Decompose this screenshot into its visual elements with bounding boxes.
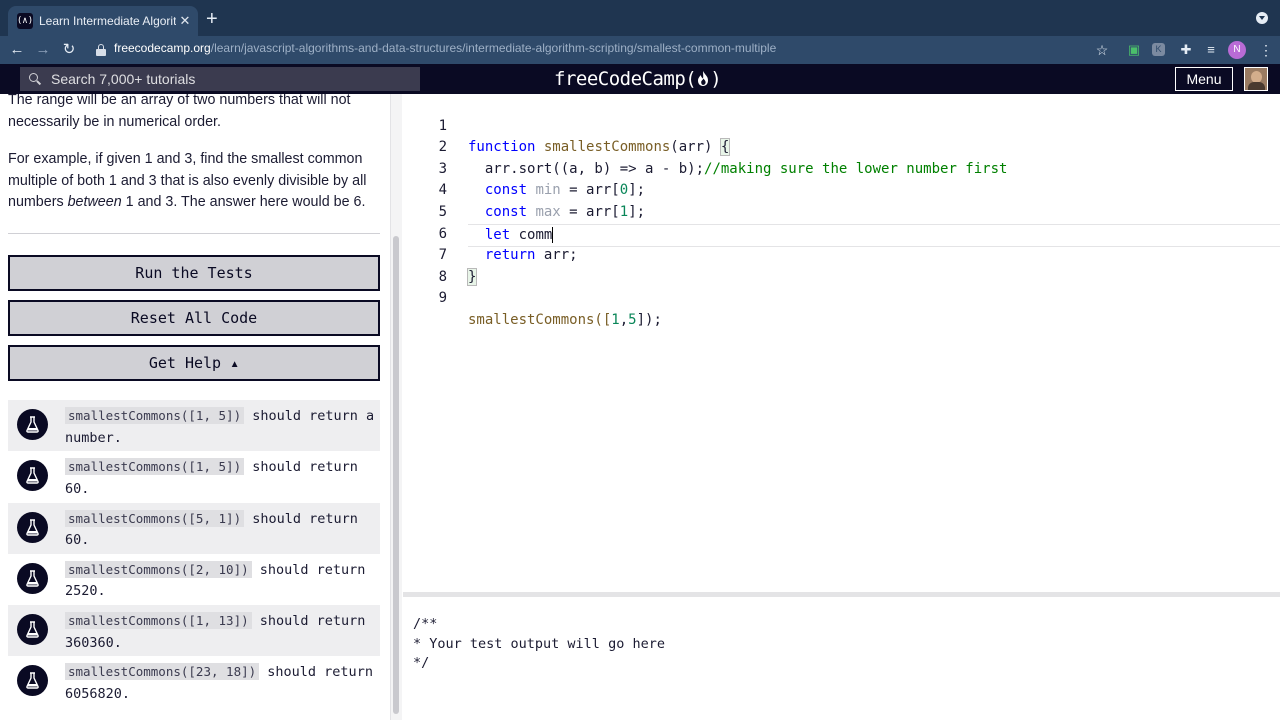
scrollbar-thumb[interactable] [393, 236, 399, 714]
function-call: smallestCommons([ [468, 311, 612, 328]
browser-tab[interactable]: (∧) Learn Intermediate Algorithm S ✕ [8, 6, 198, 36]
description-text: 1 and 3. The answer here would be 6. [121, 194, 366, 210]
reading-list-icon[interactable]: ≡ [1203, 42, 1219, 58]
test-code: smallestCommons([1, 5]) [65, 407, 245, 424]
forward-arrow-icon[interactable]: → [33, 40, 53, 60]
close-tab-icon[interactable]: ✕ [176, 13, 194, 29]
output-line: * Your test output will go here [413, 635, 665, 652]
flask-icon [17, 614, 48, 646]
user-avatar[interactable] [1244, 67, 1268, 91]
tab-title: Learn Intermediate Algorithm S [39, 14, 176, 28]
test-text: smallestCommons([2, 10]) should return 2… [65, 559, 377, 603]
back-arrow-icon[interactable]: ← [7, 40, 27, 60]
test-code: smallestCommons([23, 18]) [65, 663, 260, 681]
test-item: smallestCommons([5, 1]) should return 60… [8, 502, 380, 554]
test-text: smallestCommons([1, 13]) should return 3… [65, 610, 377, 654]
panel-scrollbar[interactable] [390, 94, 402, 720]
number-literal: 1 [611, 311, 620, 328]
search-input[interactable] [49, 70, 420, 88]
test-item: smallestCommons([2, 10]) should return 2… [8, 554, 380, 605]
code-line[interactable]: 6 return arr; [403, 202, 1280, 264]
freecodecamp-favicon-icon: (∧) [17, 13, 33, 29]
description-paragraph: The range will be an array of two number… [8, 94, 351, 130]
code-text: ]); [636, 311, 662, 328]
tab-search-icon[interactable] [1256, 12, 1268, 24]
output-line: */ [413, 655, 430, 671]
test-code: smallestCommons([2, 10]) [65, 560, 252, 578]
output-line: /** [413, 616, 438, 632]
test-output-panel: /** * Your test output will go here */ [403, 597, 1280, 720]
divider [8, 233, 380, 234]
lock-icon[interactable] [96, 44, 106, 56]
code-editor[interactable]: 1 function smallestCommons(arr) { 2 arr.… [403, 94, 1280, 592]
extension-icon[interactable]: K [1152, 43, 1165, 56]
code-text: , [619, 311, 629, 328]
challenge-description: The range will be an array of two number… [8, 94, 378, 230]
run-tests-button[interactable]: Run the Tests [8, 255, 380, 291]
browser-tab-strip: (∧) Learn Intermediate Algorithm S ✕ + [0, 0, 1280, 36]
test-text: smallestCommons([5, 1]) should return 60… [65, 508, 377, 552]
test-code: smallestCommons([5, 1]) [65, 509, 245, 527]
url-path: /learn/javascript-algorithms-and-data-st… [210, 41, 777, 55]
instructions-panel: The range will be an array of two number… [0, 94, 390, 720]
line-code[interactable]: smallestCommons([1,5]); [468, 310, 662, 332]
kebab-menu-icon[interactable]: ⋮ [1258, 42, 1274, 58]
description-paragraph: For example, if given 1 and 3, find the … [8, 149, 378, 214]
test-item: smallestCommons([23, 18]) should return … [8, 656, 380, 707]
test-text: smallestCommons([1, 5]) should return 60… [65, 456, 377, 500]
new-tab-icon[interactable]: + [206, 9, 218, 29]
url-host: freecodecamp.org [114, 41, 211, 55]
search-bar[interactable] [20, 67, 420, 91]
test-code: smallestCommons([1, 13]) [65, 612, 252, 630]
line-number: 9 [438, 290, 447, 307]
code-line[interactable]: 2 arr.sort((a, b) => a - b);//making sur… [403, 116, 1280, 177]
test-item: smallestCommons([1, 13]) should return 3… [8, 605, 380, 657]
code-line[interactable]: 4 const max = arr[1]; [403, 159, 1280, 220]
address-bar[interactable]: freecodecamp.org/learn/javascript-algori… [114, 41, 776, 55]
profile-avatar-icon[interactable]: N [1228, 41, 1246, 59]
fcc-navbar: freeCodeCamp() Menu [0, 64, 1280, 94]
flask-icon [17, 409, 48, 440]
number-literal: 5 [628, 311, 637, 328]
search-icon [29, 73, 41, 85]
reset-code-button[interactable]: Reset All Code [8, 300, 380, 336]
test-item: smallestCommons([1, 5]) should return a … [8, 400, 380, 452]
brand-close: ) [710, 68, 722, 90]
test-item: smallestCommons([1, 5]) should return 60… [8, 451, 380, 502]
code-line[interactable]: 3 const min = arr[0]; [403, 137, 1280, 199]
flame-icon [698, 71, 709, 86]
code-line[interactable]: 1 function smallestCommons(arr) { [403, 94, 1280, 157]
extension-icon[interactable]: ▣ [1126, 42, 1142, 58]
fcc-logo[interactable]: freeCodeCamp() [554, 68, 722, 90]
test-text: smallestCommons([1, 5]) should return a … [65, 405, 377, 449]
flask-icon [17, 562, 48, 594]
get-help-button[interactable]: Get Help ▴ [8, 345, 380, 381]
menu-button[interactable]: Menu [1175, 67, 1233, 91]
puzzle-icon[interactable]: ✚ [1178, 42, 1194, 58]
flask-icon [17, 460, 48, 492]
flask-icon [17, 511, 48, 543]
reload-icon[interactable]: ↻ [59, 40, 79, 60]
test-suite: smallestCommons([1, 5]) should return a … [8, 400, 380, 708]
test-text: smallestCommons([23, 18]) should return … [65, 661, 377, 705]
star-icon[interactable]: ☆ [1094, 42, 1110, 58]
code-line-current[interactable]: 5 let comm [403, 180, 1280, 248]
flask-icon [17, 665, 48, 697]
browser-toolbar: ← → ↻ freecodecamp.org/learn/javascript-… [0, 36, 1280, 64]
brand-text: freeCodeCamp( [554, 68, 697, 90]
code-line[interactable]: 8 [403, 245, 1280, 285]
description-emphasis: between [67, 194, 122, 210]
code-line[interactable]: 7 } [403, 224, 1280, 286]
test-code: smallestCommons([1, 5]) [65, 458, 245, 476]
code-line[interactable]: 9 smallestCommons([1,5]); [403, 267, 1280, 328]
